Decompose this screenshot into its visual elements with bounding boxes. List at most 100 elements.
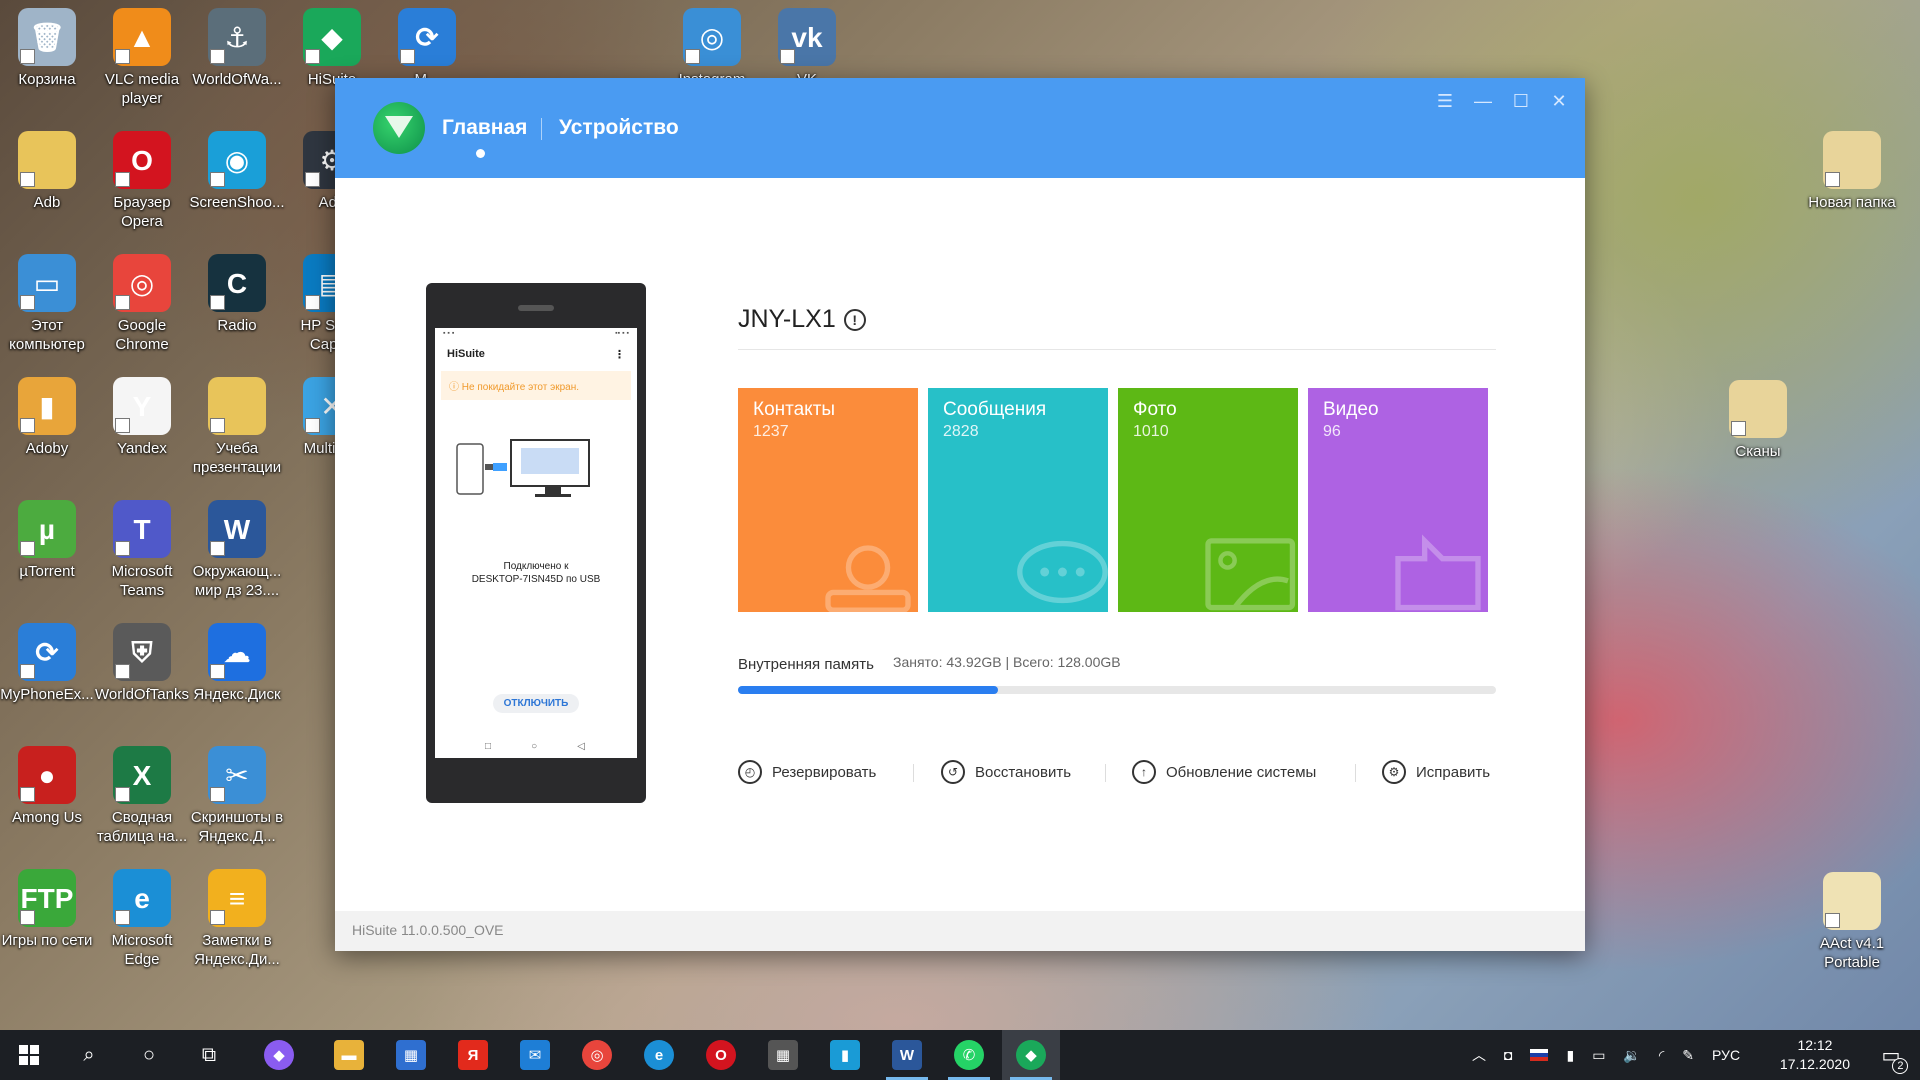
app-footer: HiSuite 11.0.0.500_OVE — [335, 911, 1585, 951]
app-icon: ☁ — [208, 623, 266, 681]
desktop-icon-label: Скриншоты в Яндекс.Д... — [190, 809, 284, 845]
taskbar-explorer[interactable]: ▬ — [320, 1030, 378, 1080]
taskbar-mail[interactable]: ✉ — [506, 1030, 564, 1080]
taskbar-store[interactable]: ▦ — [382, 1030, 440, 1080]
desktop-icon-label: Корзина — [18, 71, 76, 88]
desktop-icon-top-1[interactable]: vkVK — [759, 8, 855, 89]
pen-icon[interactable]: ✎ — [1682, 1047, 1694, 1064]
app-icon: ⟳ — [18, 623, 76, 681]
desktop-icon-label: Adoby — [25, 440, 69, 457]
home-icon: ○ — [531, 741, 538, 752]
update-button[interactable]: ↑ Обновление системы — [1132, 760, 1316, 784]
hisuite-window: Главная Устройство ☰ — ☐ ✕ ▪ ▪ ▪ ▪▪ ▪ ▪ H… — [335, 78, 1585, 951]
desktop-icon-right-1[interactable]: Сканы — [1710, 380, 1806, 461]
back-icon: ◁ — [577, 741, 585, 752]
desktop-icon-5[interactable]: Adb — [0, 131, 95, 212]
desktop-icon-18[interactable]: T Microsoft Teams — [94, 500, 190, 600]
clock[interactable]: 12:12 17.12.2020 — [1780, 1036, 1850, 1074]
notifications-button[interactable]: ▭ 2 — [1862, 1030, 1920, 1080]
app-icon: ◆ — [303, 8, 361, 66]
device-info-icon[interactable]: ! — [843, 308, 866, 331]
desktop-icon-26[interactable]: FTP Игры по сети — [0, 869, 95, 950]
search-button[interactable]: ⌕ — [60, 1030, 118, 1080]
tile-contacts[interactable]: Контакты 1237 — [738, 388, 918, 612]
phone-app-title: HiSuite — [447, 348, 485, 360]
desktop-icon-10[interactable]: ◎ Google Chrome — [94, 254, 190, 354]
desktop-icon-17[interactable]: µ µTorrent — [0, 500, 95, 581]
desktop-icon-22[interactable]: ☁ Яндекс.Диск — [189, 623, 285, 704]
tile-messages[interactable]: Сообщения 2828 — [928, 388, 1108, 612]
chrome-icon: ◎ — [582, 1040, 612, 1070]
backup-button[interactable]: ◴ Резервировать — [738, 760, 876, 784]
desktop-icon-label: WorldOfTanks — [95, 686, 189, 703]
desktop-icon-20[interactable]: ⟳ MyPhoneEx... — [0, 623, 95, 704]
taskbar-alice[interactable]: ◆ — [250, 1030, 308, 1080]
taskbar-edge[interactable]: e — [630, 1030, 688, 1080]
menu-icon[interactable]: ☰ — [1430, 86, 1460, 116]
taskbar-opera[interactable]: O — [692, 1030, 750, 1080]
desktop-icon-4[interactable]: ⟳M... — [379, 8, 475, 89]
folder-icon: ▬ — [334, 1040, 364, 1070]
taskbar-chrome[interactable]: ◎ — [568, 1030, 626, 1080]
close-button[interactable]: ✕ — [1544, 86, 1574, 116]
cortana-icon: ○ — [142, 1043, 156, 1066]
desktop-icon-1[interactable]: ▲ VLC media player — [94, 8, 190, 108]
language-indicator[interactable]: РУС — [1712, 1047, 1740, 1063]
desktop-icon-label: Яндекс.Диск — [193, 686, 281, 703]
desktop-icon-11[interactable]: C Radio — [189, 254, 285, 335]
desktop-icon-28[interactable]: ≡ Заметки в Яндекс.Ди... — [189, 869, 285, 969]
start-button[interactable] — [0, 1030, 58, 1080]
desktop-icon-label: Microsoft Edge — [111, 932, 173, 968]
edge-icon: e — [644, 1040, 674, 1070]
desktop-icon-14[interactable]: Y Yandex — [94, 377, 190, 458]
webcam-icon[interactable]: ◘ — [1504, 1047, 1512, 1063]
action-label: Исправить — [1416, 763, 1491, 781]
tab-home[interactable]: Главная — [442, 116, 527, 140]
taskbar-notes[interactable]: ▮ — [816, 1030, 874, 1080]
desktop-icon-9[interactable]: ▭ Этот компьютер — [0, 254, 95, 354]
wifi-icon[interactable]: ◜ — [1659, 1047, 1664, 1064]
taskbar-hisuite[interactable]: ◆ — [1002, 1030, 1060, 1080]
desktop-icon-15[interactable]: Учеба презентации — [189, 377, 285, 477]
connected-line-2: DESKTOP-7ISN45D по USB — [471, 574, 601, 585]
desktop-icon-24[interactable]: X Сводная таблица на... — [94, 746, 190, 846]
tab-device[interactable]: Устройство — [559, 116, 679, 140]
desktop-icon-3[interactable]: ◆ HiSuite — [284, 8, 380, 89]
desktop-icon-23[interactable]: ● Among Us — [0, 746, 95, 827]
phone-screen: ▪ ▪ ▪ ▪▪ ▪ ▪ HiSuite ⋮ ⓘ Не покидайте это… — [435, 328, 637, 758]
tile-videos[interactable]: Видео 96 — [1308, 388, 1488, 612]
microphone-icon[interactable]: ▮ — [1566, 1047, 1574, 1064]
tile-photos[interactable]: Фото 1010 — [1118, 388, 1298, 612]
flag-icon[interactable] — [1530, 1049, 1549, 1061]
restore-button[interactable]: ↺ Восстановить — [941, 760, 1071, 784]
notification-count: 2 — [1892, 1057, 1909, 1074]
task-view-icon: ⧉ — [201, 1043, 217, 1066]
desktop-icon-0[interactable]: 🗑 Корзина — [0, 8, 95, 89]
desktop-icon-top-0[interactable]: ◎Instagram — [664, 8, 760, 89]
notifications-icon: ▭ 2 — [1882, 1043, 1909, 1074]
desktop-icon-right-0[interactable]: Новая папка — [1804, 131, 1900, 212]
desktop-icon-2[interactable]: ⚓ WorldOfWa... — [189, 8, 285, 89]
action-separator — [1355, 764, 1356, 782]
desktop-icon-25[interactable]: ✂ Скриншоты в Яндекс.Д... — [189, 746, 285, 846]
taskbar-word[interactable]: W — [878, 1030, 936, 1080]
maximize-button[interactable]: ☐ — [1506, 86, 1536, 116]
taskbar-whatsapp[interactable]: ✆ — [940, 1030, 998, 1080]
desktop-icon-right-2[interactable]: AAct v4.1 Portable — [1804, 872, 1900, 972]
desktop-icon-21[interactable]: ⛨ WorldOfTanks — [94, 623, 190, 704]
desktop-icon-7[interactable]: ◉ ScreenShoo... — [189, 131, 285, 212]
desktop-icon-13[interactable]: ▮ Adoby — [0, 377, 95, 458]
task-view-button[interactable]: ⧉ — [180, 1030, 238, 1080]
taskbar-yandex[interactable]: Я — [444, 1030, 502, 1080]
chevron-up-icon[interactable]: ︿ — [1472, 1045, 1486, 1065]
volume-icon[interactable]: 🔉 — [1623, 1047, 1640, 1064]
minimize-button[interactable]: — — [1468, 86, 1498, 116]
app-icon: ≡ — [208, 869, 266, 927]
cortana-button[interactable]: ○ — [120, 1030, 178, 1080]
battery-icon[interactable]: ▭ — [1592, 1047, 1605, 1064]
desktop-icon-6[interactable]: O Браузер Opera — [94, 131, 190, 231]
taskbar-calculator[interactable]: ▦ — [754, 1030, 812, 1080]
repair-button[interactable]: ⚙ Исправить — [1382, 760, 1490, 784]
desktop-icon-27[interactable]: e Microsoft Edge — [94, 869, 190, 969]
desktop-icon-19[interactable]: W Окружающ... мир дз 23.... — [189, 500, 285, 600]
